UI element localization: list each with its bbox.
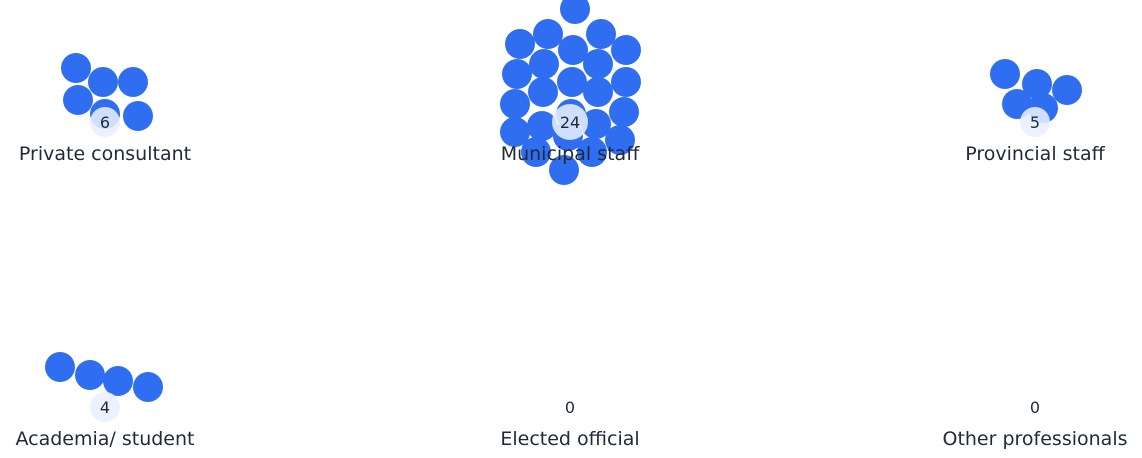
participant-dot [583,77,613,107]
participant-dot [88,67,118,97]
bubble-cluster-chart: 6 Private consultant 24 Municipal staff 5 Pro… [15,0,1128,450]
count-label: 0 [565,398,575,417]
group-label: Provincial staff [965,143,1105,165]
count-label: 4 [100,398,110,417]
participant-dot [75,360,105,390]
participant-dot [505,29,535,59]
group-4: 0 Elected official [500,398,639,450]
participant-dot [1052,75,1082,105]
group-label: Elected official [500,428,639,450]
participant-dot [533,19,563,49]
participant-dot [611,67,641,97]
count-label: 24 [560,113,580,132]
participant-dot [529,49,559,79]
participant-dot [133,372,163,402]
group-2: 5 Provincial staff [965,59,1106,165]
participant-dot [990,59,1020,89]
group-label: Private consultant [19,143,191,165]
participant-dot [500,89,530,119]
participant-dot [123,101,153,131]
group-label: Other professionals [942,428,1127,450]
participant-dot [583,49,613,79]
participant-dot [557,67,587,97]
participant-dot [118,67,148,97]
participant-dot [609,97,639,127]
participant-dot [103,366,133,396]
group-0: 6 Private consultant [19,53,191,165]
group-1: 24 Municipal staff [500,0,641,185]
participant-dot [45,352,75,382]
group-label: Municipal staff [501,143,640,165]
group-label: Academia/ student [15,428,194,450]
participant-dot [586,19,616,49]
group-3: 4 Academia/ student [15,352,195,450]
participant-dot [502,59,532,89]
group-5: 0 Other professionals [942,398,1127,450]
participant-dot [61,53,91,83]
participant-dot [560,0,590,24]
participant-dot [528,77,558,107]
count-label: 5 [1030,113,1040,132]
count-label: 6 [100,113,110,132]
participant-dot [611,35,641,65]
participant-dot [63,85,93,115]
count-label: 0 [1030,398,1040,417]
